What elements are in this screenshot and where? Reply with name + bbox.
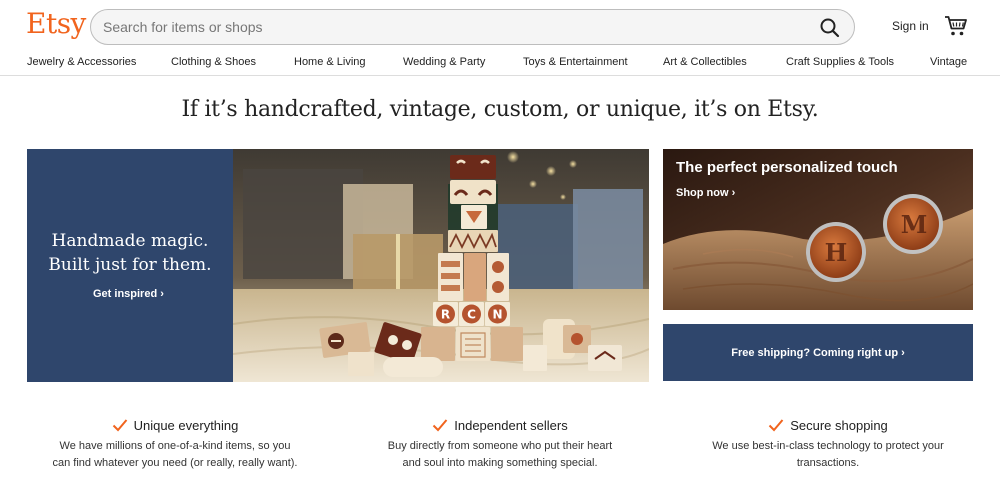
cufflink-letter-m: M xyxy=(901,210,928,239)
cart-button[interactable] xyxy=(944,15,968,37)
value-prop-title: Secure shopping xyxy=(790,417,888,433)
cart-icon xyxy=(945,16,967,36)
chevron-right-icon: › xyxy=(901,347,905,359)
header: Etsy Sign in xyxy=(0,0,1000,52)
sign-in-link[interactable]: Sign in xyxy=(892,19,929,33)
hero-title-line1: Handmade magic. xyxy=(51,231,209,251)
search-input[interactable] xyxy=(103,10,803,44)
category-vintage[interactable]: Vintage xyxy=(930,56,967,68)
value-prop-description: We have millions of one-of-a-kind items,… xyxy=(40,438,310,472)
chevron-right-icon: › xyxy=(160,288,164,300)
category-home-living[interactable]: Home & Living xyxy=(294,56,366,68)
value-prop-title: Unique everything xyxy=(133,417,239,433)
promo-free-shipping-text: Free shipping? Coming right up › xyxy=(663,347,973,359)
search-icon xyxy=(820,18,840,38)
page-tagline: If it’s handcrafted, vintage, custom, or… xyxy=(181,97,819,122)
chevron-right-icon: › xyxy=(731,187,736,199)
promo-personalized-title: The perfect personalized touch xyxy=(676,159,898,176)
hero-image-wooden-blocks: R C N xyxy=(233,149,649,382)
shop-now-link[interactable]: Shop now › xyxy=(676,187,735,199)
value-prop-line: and soul into making something special. xyxy=(402,457,598,469)
cufflink-letter-h: H xyxy=(825,238,848,267)
hero-panel: Handmade magic. Built just for them. Get… xyxy=(27,149,233,382)
value-prop-title: Independent sellers xyxy=(454,417,568,433)
hero-banner[interactable]: Handmade magic. Built just for them. Get… xyxy=(27,149,649,382)
search-button[interactable] xyxy=(818,16,842,40)
value-prop-heading: Independent sellers xyxy=(365,416,635,434)
block-letter-r: R xyxy=(441,308,450,322)
checkmark-icon xyxy=(768,419,784,432)
value-prop-line: Buy directly from someone who put their … xyxy=(387,440,613,452)
etsy-logo[interactable]: Etsy xyxy=(26,7,86,40)
promo-free-shipping[interactable]: Free shipping? Coming right up › xyxy=(663,324,973,381)
checkmark-icon xyxy=(433,419,448,432)
get-inspired-link[interactable]: Get inspired › xyxy=(93,288,164,300)
value-prop-line: We have millions of one-of-a-kind items,… xyxy=(59,440,291,452)
block-letter-n: N xyxy=(492,308,502,322)
value-prop-line: transactions. xyxy=(796,457,860,469)
value-prop-line: can find whatever you need (or really, r… xyxy=(52,457,298,469)
category-craft-supplies-tools[interactable]: Craft Supplies & Tools xyxy=(786,56,894,68)
category-wedding-party[interactable]: Wedding & Party xyxy=(403,56,485,68)
value-prop-heading: Unique everything xyxy=(40,416,310,434)
block-letter-c: C xyxy=(467,308,476,322)
checkmark-icon xyxy=(112,419,127,432)
category-toys-entertainment[interactable]: Toys & Entertainment xyxy=(523,56,628,68)
hero-title-line2: Built just for them. xyxy=(48,255,212,275)
get-inspired-label: Get inspired xyxy=(93,288,158,300)
value-prop-secure: Secure shopping We use best-in-class tec… xyxy=(693,416,963,472)
category-jewelry-accessories[interactable]: Jewelry & Accessories xyxy=(27,56,136,68)
search-bar xyxy=(90,9,855,45)
shop-now-label: Shop now xyxy=(676,187,729,199)
value-prop-unique: Unique everything We have millions of on… xyxy=(40,416,310,472)
promo-personalized[interactable]: H M The perfect personalized touch Shop … xyxy=(663,149,973,310)
hero-title: Handmade magic. Built just for them. xyxy=(27,229,233,277)
value-prop-independent: Independent sellers Buy directly from so… xyxy=(365,416,635,472)
category-art-collectibles[interactable]: Art & Collectibles xyxy=(663,56,747,68)
category-nav: Jewelry & Accessories Clothing & Shoes H… xyxy=(0,52,1000,76)
value-prop-line: We use best-in-class technology to prote… xyxy=(712,440,944,452)
value-prop-description: We use best-in-class technology to prote… xyxy=(693,438,963,472)
value-prop-heading: Secure shopping xyxy=(693,416,963,434)
category-clothing-shoes[interactable]: Clothing & Shoes xyxy=(171,56,256,68)
value-prop-description: Buy directly from someone who put their … xyxy=(365,438,635,472)
free-shipping-label: Free shipping? Coming right up xyxy=(731,347,899,359)
